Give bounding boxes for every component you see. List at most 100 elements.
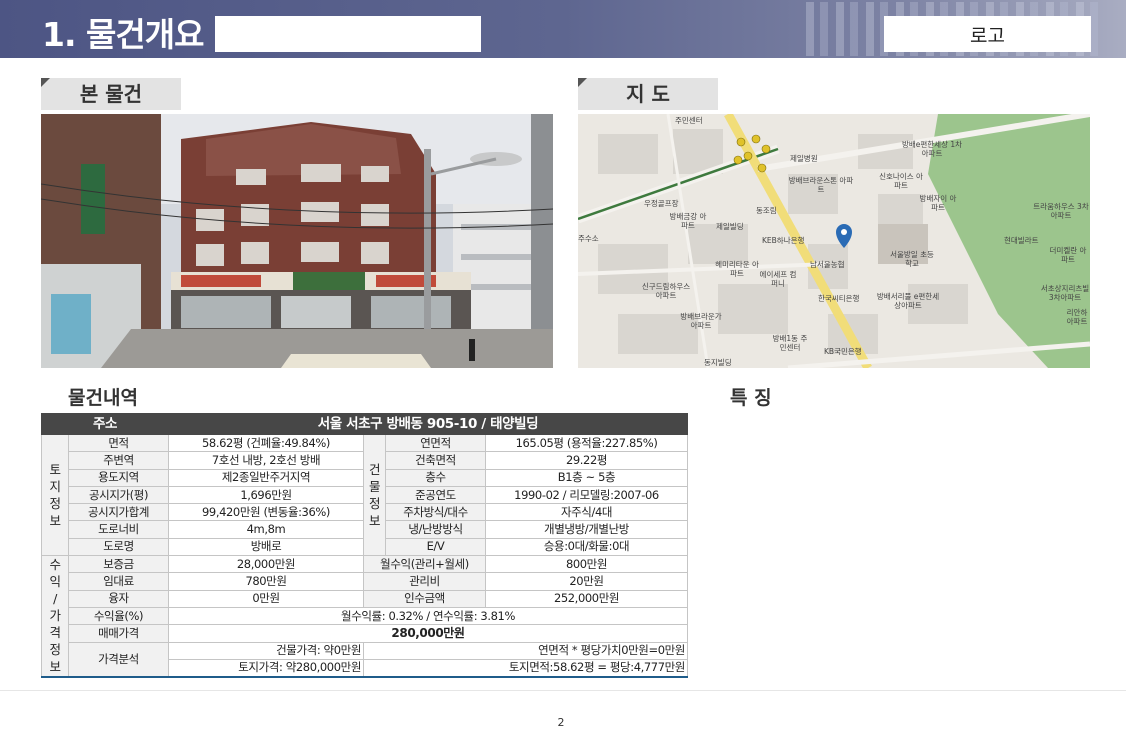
map-label: 현대빌라트 [1004, 236, 1039, 245]
cell-label: 냉/난방방식 [385, 520, 486, 539]
map-label: 방배서리풀 e편한세상아파트 [876, 292, 940, 310]
cell-value: 연면적 * 평당가치0만원=0만원 [363, 641, 688, 660]
table-row: 임대료 780만원 관리비 20만원 [42, 572, 688, 591]
cell-label: 주변역 [68, 451, 169, 470]
cell-value: 252,000만원 [485, 589, 688, 608]
map-label: 방배브라운가 아파트 [680, 312, 722, 330]
map-label: 동조림 [756, 206, 777, 215]
map-label: 주수소 [578, 234, 599, 243]
cell-value: 승용:0대/화물:0대 [485, 537, 688, 557]
cell-value: 99,420만원 (변동율:36%) [168, 503, 364, 522]
footer-divider [0, 690, 1126, 691]
location-map[interactable]: 주민센터 제일병원 방배e편한세상 1차아파트 방배브라운스톤 아파트 신호나이… [578, 114, 1090, 368]
map-label: 신구드림하우스 아파트 [641, 282, 691, 300]
cell-label: 건축면적 [385, 451, 486, 470]
cell-value: 제2종일반주거지역 [168, 468, 364, 487]
cell-value: 0만원 [168, 589, 364, 608]
map-label: 더미켈란 아파트 [1049, 246, 1087, 264]
building-info-group-label: 건물정보 [363, 433, 386, 557]
map-label: 방배자이 아파트 [919, 194, 957, 212]
cell-label: 층수 [385, 468, 486, 487]
cell-label: 가격분석 [68, 641, 169, 678]
table-row: 가격분석 건물가격: 약0만원 연면적 * 평당가치0만원=0만원 [42, 641, 688, 678]
sale-price-value: 280,000만원 [168, 624, 688, 643]
section-tab-photo: 본 물건 [41, 78, 181, 110]
cell-value: 800만원 [485, 555, 688, 574]
cell-label: 도로너비 [68, 520, 169, 539]
map-label: 서초상지리츠빌 3차아파트 [1040, 284, 1090, 302]
details-section-label: 물건내역 [68, 387, 138, 409]
cell-label: 용도지역 [68, 468, 169, 487]
cell-value: 20만원 [485, 572, 688, 591]
cell-label: 월수익(관리+월세) [363, 555, 486, 574]
header-bar: 1. 물건개요 로고 [0, 0, 1126, 58]
cell-label: 연면적 [385, 433, 486, 453]
features-section-label: 특 징 [730, 387, 772, 409]
cell-label: E/V [385, 537, 486, 557]
cell-value: 4m,8m [168, 520, 364, 539]
cell-value: 자주식/4대 [485, 503, 688, 522]
cell-label: 관리비 [363, 572, 486, 591]
map-label: 서울방일 초등학교 [890, 250, 934, 268]
cell-value: B1층 ~ 5층 [485, 468, 688, 487]
land-info-group-label: 토지정보 [41, 433, 69, 557]
map-label: 우정골프장 [644, 199, 679, 208]
map-label: 방배브라운스톤 아파트 [788, 176, 854, 194]
map-label: 트라움하우스 3차아파트 [1033, 202, 1089, 220]
cell-value: 780만원 [168, 572, 364, 591]
address-value: 서울 서초구 방배동 905-10 / 태양빌딩 [168, 413, 688, 435]
map-label: 방배1동 주민센터 [772, 334, 808, 352]
map-label: 신호나이스 아파트 [879, 172, 923, 190]
cell-label: 보증금 [68, 555, 169, 574]
cell-label: 도로명 [68, 537, 169, 557]
map-label: KB국민은행 [824, 347, 862, 356]
title-input-box [215, 16, 481, 52]
cell-label: 주차방식/대수 [385, 503, 486, 522]
cell-value: 토지가격: 약280,000만원 [168, 658, 364, 678]
cell-value: 29.22평 [485, 451, 688, 470]
cell-value: 28,000만원 [168, 555, 364, 574]
cell-label: 준공연도 [385, 485, 486, 505]
table-row: 수익율(%) 월수익률: 0.32% / 연수익률: 3.81% [42, 606, 688, 626]
section-tab-map: 지 도 [578, 78, 718, 110]
cell-value: 1,696만원 [168, 485, 364, 505]
map-label: 헤미리타운 아파트 [715, 260, 759, 278]
map-label: 한국씨티은행 [818, 294, 860, 303]
cell-value: 1990-02 / 리모델링:2007-06 [485, 485, 688, 505]
page-title: 1. 물건개요 [42, 15, 204, 54]
cell-label: 융자 [68, 589, 169, 608]
cell-value: 방배로 [168, 537, 364, 557]
table-row: 주소 서울 서초구 방배동 905-10 / 태양빌딩 [41, 413, 688, 435]
page-number: 2 [557, 716, 565, 729]
map-label: 남서울농협 [810, 260, 845, 269]
cell-label: 공시지가(평) [68, 485, 169, 505]
table-row: 매매가격 280,000만원 [42, 624, 688, 643]
cell-value: 토지면적:58.62평 = 평당:4,777만원 [363, 658, 688, 678]
map-label: 방배e편한세상 1차아파트 [901, 140, 963, 158]
cell-value: 월수익률: 0.32% / 연수익률: 3.81% [168, 606, 688, 626]
cell-label: 임대료 [68, 572, 169, 591]
map-label: 주민센터 [675, 116, 703, 125]
map-label: 제일빌딩 [716, 222, 744, 231]
property-details-table: 주소 서울 서초구 방배동 905-10 / 태양빌딩 토지정보 면적 58.6… [41, 413, 688, 678]
logo-placeholder: 로고 [884, 16, 1091, 52]
map-label: 에이세프 컴퍼니 [759, 270, 797, 288]
cell-value: 7호선 내방, 2호선 방배 [168, 451, 364, 470]
cell-value: 58.62평 (건폐율:49.84%) [168, 433, 364, 453]
cell-label: 매매가격 [68, 624, 169, 643]
income-price-group-label: 수 익 / 가 격 정 보 [41, 555, 69, 678]
table-row: 토지정보 면적 58.62평 (건폐율:49.84%) 건물정보 연면적 165… [41, 433, 688, 557]
cell-label: 면적 [68, 433, 169, 453]
map-label: 방배금강 아파트 [669, 212, 707, 230]
cell-value: 개별냉방/개별난방 [485, 520, 688, 539]
address-label: 주소 [41, 413, 169, 435]
map-label: 제일병원 [790, 154, 818, 163]
table-row: 수 익 / 가 격 정 보 보증금 28,000만원 월수익(관리+월세) 800만원 [41, 555, 688, 678]
map-label: KEB하나은행 [762, 236, 805, 245]
table-row: 융자 0만원 인수금액 252,000만원 [42, 589, 688, 608]
cell-label: 공시지가합계 [68, 503, 169, 522]
map-label: 리안하 아파트 [1066, 308, 1088, 326]
cell-label: 수익율(%) [68, 606, 169, 626]
cell-value: 건물가격: 약0만원 [168, 641, 364, 660]
map-label: 동지빌딩 [704, 358, 732, 367]
